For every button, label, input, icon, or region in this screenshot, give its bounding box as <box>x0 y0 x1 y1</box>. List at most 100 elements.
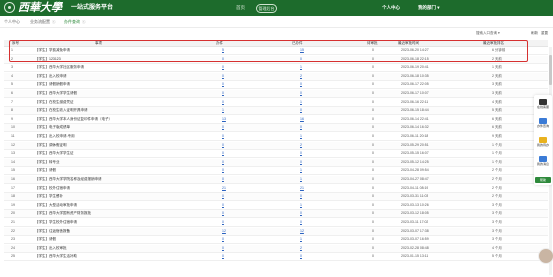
reset-button[interactable]: 重置 <box>541 30 548 36</box>
cell-a[interactable]: 0 <box>222 202 224 209</box>
cell-a[interactable]: 0 <box>222 150 224 157</box>
close-icon[interactable]: ⓧ <box>82 20 86 24</box>
side-item-online-service[interactable]: 在线客服 <box>534 99 552 109</box>
table-row[interactable]: 20 【学生】西华大学国有资产财务报批 0 0 0 2023-03-12 18:05 3 个… <box>4 210 548 219</box>
search-entry-select[interactable]: 搜索入口查询 ▾ <box>476 30 500 36</box>
nav-home-link[interactable]: 首页 <box>236 0 245 16</box>
cell-a[interactable]: 0 <box>222 193 224 200</box>
side-item-my-todo[interactable]: 我的待办 <box>534 137 552 147</box>
cell-a[interactable]: 0 <box>222 253 224 260</box>
cell-b[interactable]: 1 <box>300 99 302 106</box>
table-row[interactable]: 21 【学生】学生校外住宿申请 0 0 0 2023-03-11 17:02 3 个月 <box>4 219 548 227</box>
table-row[interactable]: 16 【学生】西华大学学院名称及经费报销申请 0 1 0 2023-04-27 08:47… <box>4 176 548 184</box>
cell-title: 【学生】西华大学生活补助 <box>35 254 77 259</box>
cell-a[interactable]: 0 <box>222 81 224 88</box>
table-row[interactable]: 8 【学生】在校生收入证明开具申请 1 0 0 2023-06-15 18:44 5 天前 <box>4 107 548 116</box>
cell-b[interactable]: 0 <box>300 81 302 88</box>
cell-a[interactable]: 0 <box>222 236 224 243</box>
table-row[interactable]: 17 【学生】校外住宿申请 21 21 0 2023-04-11 08:19 2 个月 <box>4 185 548 193</box>
close-icon[interactable]: ⓧ <box>52 20 56 24</box>
table-row[interactable]: 19 【学生】大型活动审批申请 0 1 0 2023-03-13 10:26 3 个月 <box>4 202 548 210</box>
help-button[interactable]: 帮助 <box>535 177 551 183</box>
cell-no: 4 <box>11 73 13 78</box>
table-row[interactable]: 22 【学生】往返宿舍报备 12 12 0 2023-03-07 17:38 3 个月 <box>4 227 548 236</box>
cell-title: 【学生】西华大学本人身份证复印件申请（电子） <box>35 116 112 121</box>
table-row[interactable]: 7 【学生】在校生缴费凭证 0 1 0 2023-06-16 22:11 4 天前 <box>4 99 548 107</box>
table-row[interactable]: 6 【学生】西华大学学生请假 0 0 0 2023-06-17 10:07 3 天前 <box>4 90 548 98</box>
table-row[interactable]: 18 【学生】学生餐补 0 0 0 2023-03-31 11:03 2 个月 <box>4 193 548 202</box>
cell-a[interactable]: 21 <box>222 185 226 192</box>
cell-a[interactable]: 0 <box>222 133 224 140</box>
assistant-avatar[interactable] <box>538 248 553 264</box>
table-row[interactable]: 24 【学生】出入校审批 0 2 0 2023-02-28 08:48 4 个月 <box>4 244 548 253</box>
tab-workflow-config[interactable]: 业务流配置 ⓧ <box>30 18 56 25</box>
cell-e: 1 个月 <box>492 151 502 156</box>
cell-b[interactable]: 2 <box>300 142 302 149</box>
table-row[interactable]: 25 【学生】西华大学生活补助 0 0 0 2023-01-15 13:11 5 个月 <box>4 253 548 262</box>
table-row[interactable]: 12 【学生】调休假证明 0 2 0 2023-05-29 20:51 1 个月 <box>4 141 548 150</box>
cell-a[interactable]: 0 <box>222 124 224 131</box>
cell-b[interactable]: 0 <box>300 90 302 97</box>
table-row[interactable]: 14 【学生】转专业 0 0 0 2023-05-12 14:25 1 个月 <box>4 158 548 167</box>
table-row[interactable]: 9 【学生】西华大学本人身份证复印件申请（电子） 13 16 0 2023-06-14 2… <box>4 116 548 124</box>
cell-b[interactable]: 1 <box>300 236 302 243</box>
scroll-thumb[interactable] <box>549 55 552 85</box>
cell-a[interactable]: 0 <box>222 245 224 252</box>
table-row[interactable]: 5 【学生】请假销假申请 0 0 0 2023-06-17 22:05 3 天前 <box>4 81 548 90</box>
cell-title: 【学生】请假 <box>35 168 56 173</box>
cell-a[interactable]: 0 <box>222 73 224 80</box>
cell-c: 0 <box>372 116 374 121</box>
table-row[interactable]: 15 【学生】请假 0 1 0 2023-04-28 09:54 2 个月 <box>4 167 548 176</box>
cell-a[interactable]: 0 <box>222 167 224 174</box>
cell-e: 2 个月 <box>492 168 502 173</box>
side-item-my-messages[interactable]: 我的消息 <box>534 156 552 166</box>
cell-a[interactable]: 0 <box>222 99 224 106</box>
cell-b[interactable]: 0 <box>300 107 302 114</box>
table-row[interactable]: 3 【学生】西华大学社区服务申请 0 1 0 2023-06-19 20:41 1 天前 <box>4 64 548 73</box>
cell-b[interactable]: 0 <box>300 150 302 157</box>
tab-case-query[interactable]: 办件查询 ⓧ <box>64 18 86 25</box>
cell-a[interactable]: 0 <box>222 142 224 149</box>
cell-a[interactable]: 0 <box>222 219 224 226</box>
cell-b[interactable]: 0 <box>300 193 302 200</box>
cell-a[interactable]: 0 <box>222 176 224 183</box>
side-item-case-query[interactable]: 办件查询 <box>534 118 552 128</box>
my-dept-dropdown[interactable]: 我的部门 ▾ <box>418 0 440 16</box>
cell-e: 4 个月 <box>492 245 502 250</box>
cell-a[interactable]: 0 <box>222 159 224 166</box>
cell-a[interactable]: 0 <box>222 210 224 217</box>
table-row[interactable]: 11 【学生】出入校申请-专用 0 1 0 2023-06-11 20:18 9 天前 <box>4 133 548 141</box>
cell-a[interactable]: 12 <box>222 228 226 235</box>
cell-b[interactable]: 1 <box>300 133 302 140</box>
user-center-link[interactable]: 个人中心 <box>382 0 400 16</box>
cell-b[interactable]: 0 <box>300 124 302 131</box>
cell-b[interactable]: 1 <box>300 64 302 71</box>
tab-personal-center[interactable]: 个人中心 <box>4 18 20 25</box>
table-row[interactable]: 10 【学生】电子版成绩单 0 0 0 2023-06-14 16:32 6 天前 <box>4 124 548 133</box>
cell-c: 0 <box>372 254 374 259</box>
cell-b[interactable]: 0 <box>300 219 302 226</box>
cell-a[interactable]: 0 <box>222 90 224 97</box>
cell-b[interactable]: 16 <box>300 116 304 123</box>
table-row[interactable]: 23 【学生】请假 0 1 0 2023-03-07 16:59 3 个月 <box>4 236 548 245</box>
cell-b[interactable]: 1 <box>300 202 302 209</box>
cell-b[interactable]: 0 <box>300 210 302 217</box>
cell-b[interactable]: 21 <box>300 185 304 192</box>
cell-a[interactable]: 1 <box>222 107 224 114</box>
cell-b[interactable]: 1 <box>300 167 302 174</box>
cell-b[interactable]: 0 <box>300 253 302 260</box>
cell-b[interactable]: 1 <box>300 176 302 183</box>
table-row[interactable]: 13 【学生】西华大学学生证 0 0 0 2023-05-15 16:07 1 个月 <box>4 150 548 159</box>
table-row[interactable]: 4 【学生】出入校申请 0 2 0 2023-06-18 10:35 2 天前 <box>4 72 548 81</box>
admin-backend-button[interactable]: 管理后台 <box>256 4 277 13</box>
cell-a[interactable]: 13 <box>222 116 226 123</box>
cell-b[interactable]: 0 <box>300 159 302 166</box>
cell-a[interactable]: 0 <box>222 64 224 71</box>
cell-title: 【学生】出入校申请-专用 <box>35 134 75 138</box>
cell-d: 2023-02-28 08:48 <box>401 245 429 250</box>
cell-b[interactable]: 2 <box>300 245 302 252</box>
cell-b[interactable]: 12 <box>300 228 304 235</box>
cell-d: 2023-06-19 20:41 <box>401 65 429 70</box>
refresh-button[interactable]: 刷新 <box>531 30 538 36</box>
cell-b[interactable]: 2 <box>300 73 302 80</box>
